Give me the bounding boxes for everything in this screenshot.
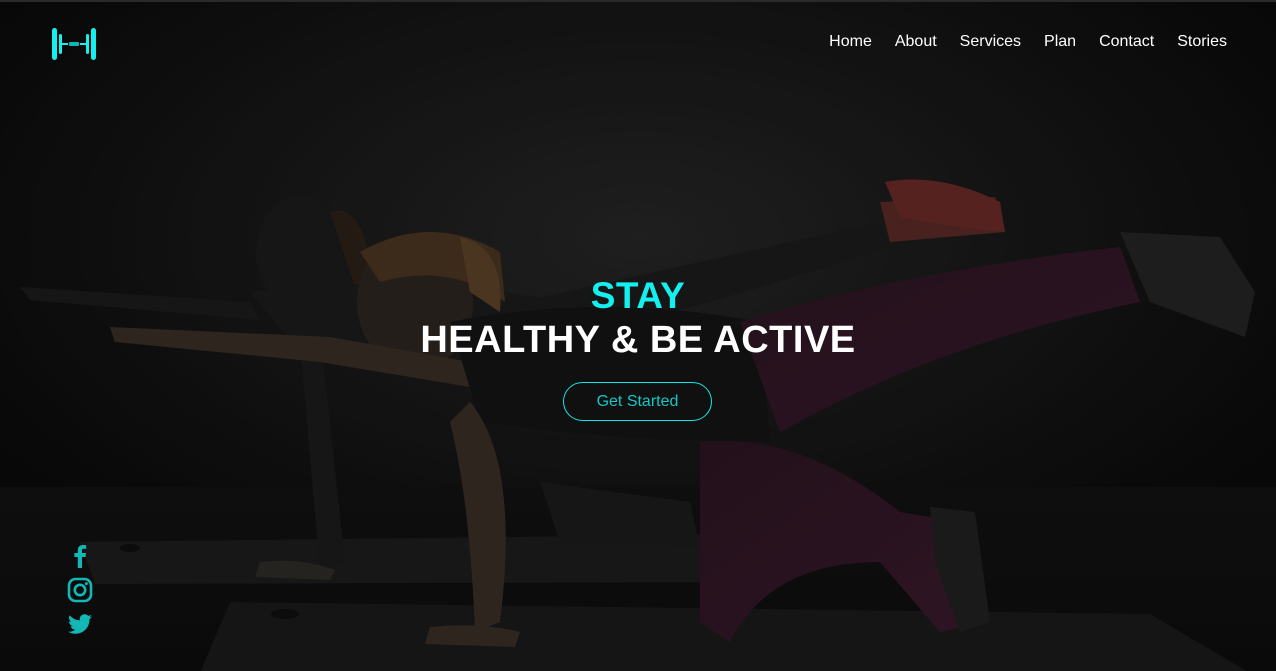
nav-contact[interactable]: Contact <box>1099 30 1154 54</box>
nav-plan[interactable]: Plan <box>1044 30 1076 54</box>
nav-about[interactable]: About <box>895 30 937 54</box>
hero-headline-main: HEALTHY & BE ACTIVE <box>420 319 856 361</box>
main-nav: Home About Services Plan Contact Stories <box>806 30 1227 54</box>
nav-stories[interactable]: Stories <box>1177 30 1227 54</box>
dumbbell-icon <box>52 28 96 60</box>
nav-home[interactable]: Home <box>829 30 872 54</box>
hero-headline-accent: STAY <box>590 275 686 316</box>
hero-headline: STAY HEALTHY & BE ACTIVE <box>0 274 1276 362</box>
facebook-icon[interactable] <box>66 542 94 570</box>
get-started-button[interactable]: Get Started <box>563 382 712 421</box>
brand-logo[interactable] <box>50 22 98 66</box>
nav-services[interactable]: Services <box>960 30 1021 54</box>
social-links <box>66 542 96 644</box>
hero-section: Home About Services Plan Contact Stories… <box>0 0 1276 671</box>
twitter-icon[interactable] <box>66 610 94 638</box>
instagram-icon[interactable] <box>66 576 94 604</box>
